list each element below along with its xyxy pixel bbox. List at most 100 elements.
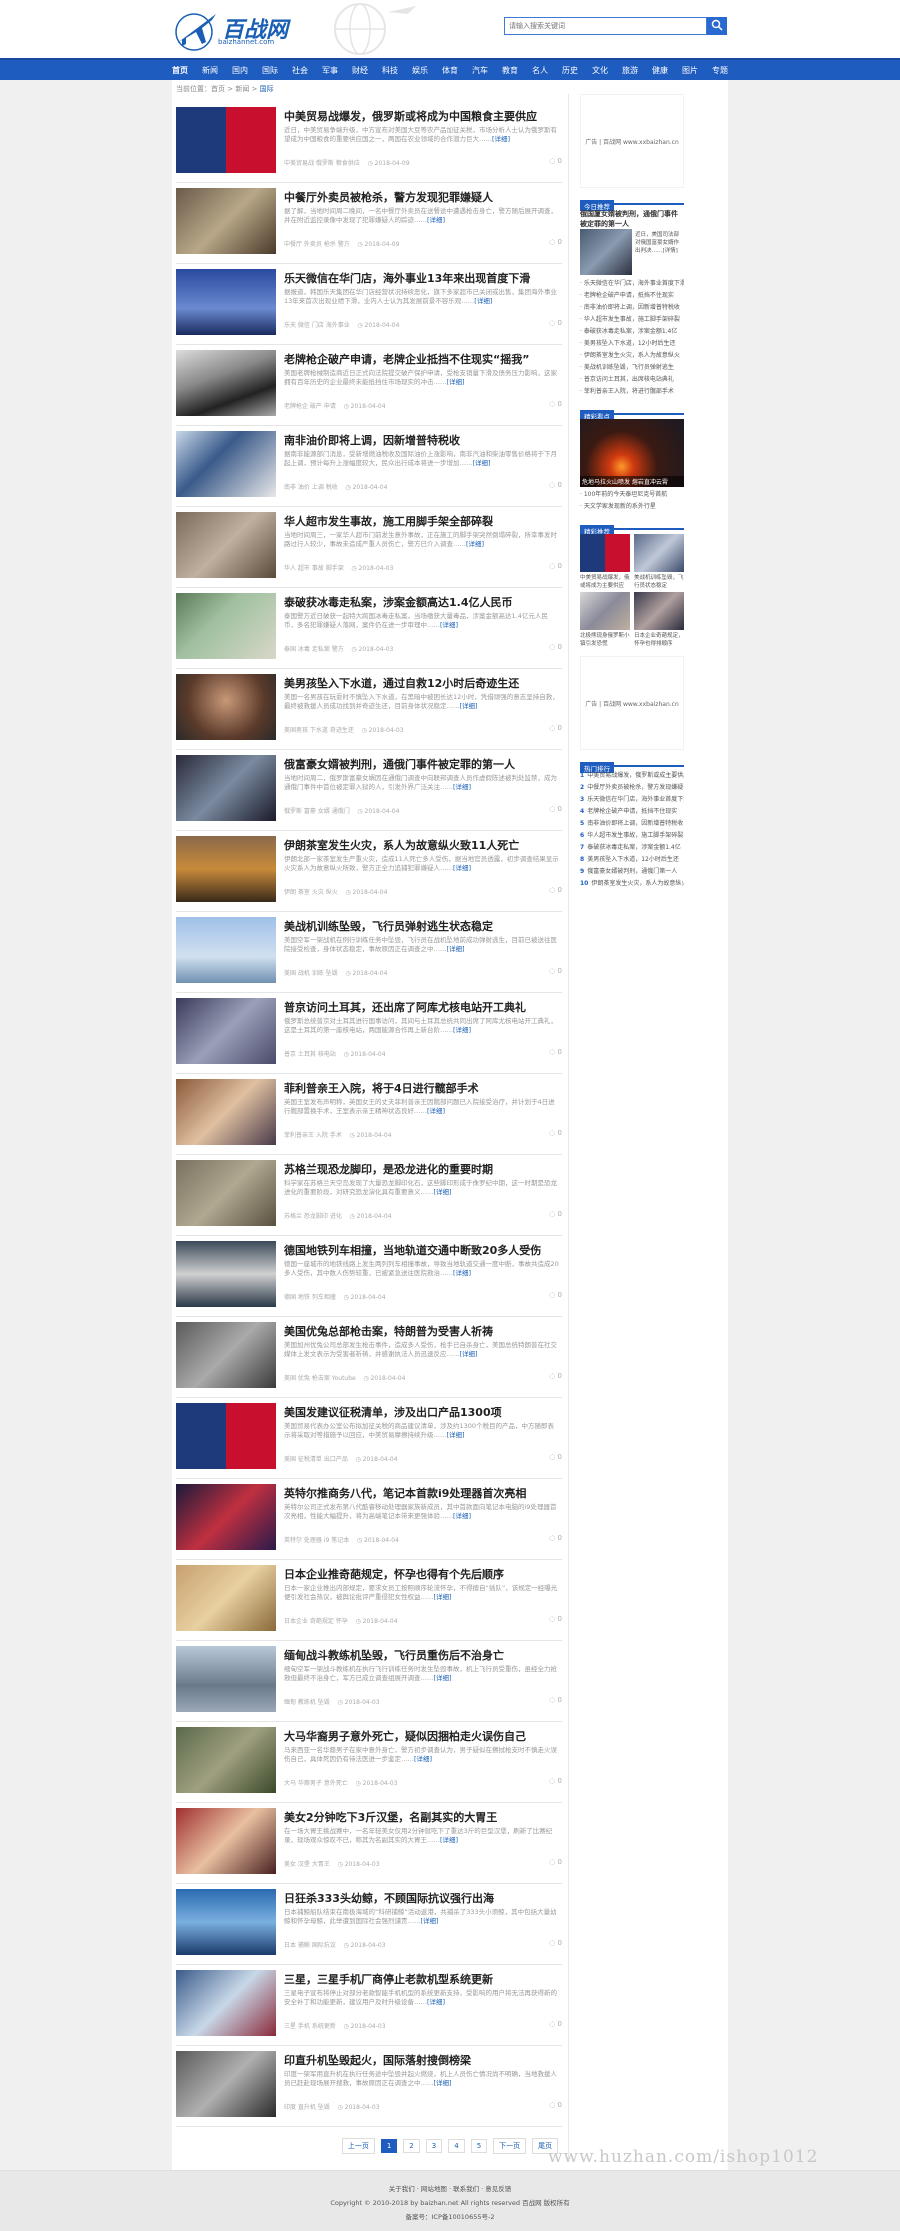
article-comments[interactable]: ◌ 0 [549, 562, 562, 570]
article-thumbnail[interactable] [176, 917, 276, 983]
nav-item[interactable]: 历史 [562, 65, 578, 76]
article-title[interactable]: 印直升机坠毁起火，国际落射搜倒榜梁 [284, 2052, 562, 2068]
nav-item[interactable]: 文化 [592, 65, 608, 76]
article-tags[interactable]: 华人 超市 事故 脚手架 [284, 565, 344, 572]
article-more-link[interactable]: [详细] [453, 1026, 471, 1034]
pager-page[interactable]: 5 [470, 2139, 488, 2153]
article-more-link[interactable]: [详细] [434, 1674, 452, 1682]
article-comments[interactable]: ◌ 0 [549, 2101, 562, 2109]
nav-item[interactable]: 新闻 [202, 65, 218, 76]
nav-item[interactable]: 汽车 [472, 65, 488, 76]
article-title[interactable]: 德国地铁列车相撞，当地轨道交通中断致20多人受伤 [284, 1242, 562, 1258]
article-comments[interactable]: ◌ 0 [549, 643, 562, 651]
article-tags[interactable]: 德国 地铁 列车相撞 [284, 1294, 336, 1301]
article-comments[interactable]: ◌ 0 [549, 157, 562, 165]
article-more-link[interactable]: [详细] [434, 1593, 452, 1601]
article-title[interactable]: 中餐厅外卖员被枪杀，警方发现犯罪嫌疑人 [284, 189, 562, 205]
article-comments[interactable]: ◌ 0 [549, 1048, 562, 1056]
nav-item[interactable]: 教育 [502, 65, 518, 76]
article-thumbnail[interactable] [176, 1403, 276, 1469]
article-comments[interactable]: ◌ 0 [549, 1858, 562, 1866]
article-tags[interactable]: 菲利普亲王 入院 手术 [284, 1132, 342, 1139]
article-tags[interactable]: 老牌枪企 破产 申请 [284, 403, 336, 410]
article-title[interactable]: 菲利普亲王入院，将于4日进行髋部手术 [284, 1080, 562, 1096]
article-tags[interactable]: 大马 华裔男子 意外死亡 [284, 1780, 348, 1787]
pic-card[interactable]: 北极熊现身俄罗斯小镇引发恐慌 [580, 592, 630, 648]
today-list-item[interactable]: · 菲利普亲王入院，将进行髋部手术 [580, 386, 684, 398]
today-list-item[interactable]: · 美战机训练坠毁，飞行员弹射逃生 [580, 362, 684, 374]
article-more-link[interactable]: [详细] [474, 297, 492, 305]
article-more-link[interactable]: [详细] [427, 1998, 445, 2006]
nav-item[interactable]: 名人 [532, 65, 548, 76]
article-comments[interactable]: ◌ 0 [549, 805, 562, 813]
article-title[interactable]: 日狂杀333头幼鲸，不顾国际抗议强行出海 [284, 1890, 562, 1906]
nav-item[interactable]: 体育 [442, 65, 458, 76]
article-title[interactable]: 苏格兰现恐龙脚印，是恐龙进化的重要时期 [284, 1161, 562, 1177]
article-comments[interactable]: ◌ 0 [549, 2020, 562, 2028]
nav-item[interactable]: 娱乐 [412, 65, 428, 76]
article-more-link[interactable]: [详细] [434, 2079, 452, 2087]
pager-page[interactable]: 2 [403, 2139, 420, 2153]
article-thumbnail[interactable] [176, 836, 276, 902]
sidebar-ad-1[interactable]: 广告 | 百战网 www.xxbaizhan.cn [580, 94, 684, 188]
article-more-link[interactable]: [详细] [421, 1917, 439, 1925]
article-more-link[interactable]: [详细] [460, 1350, 478, 1358]
article-thumbnail[interactable] [176, 269, 276, 335]
nav-item[interactable]: 财经 [352, 65, 368, 76]
article-thumbnail[interactable] [176, 1241, 276, 1307]
today-list-item[interactable]: · 泰破获冰毒走私案，涉案金额1.4亿 [580, 326, 684, 338]
article-more-link[interactable]: [详细] [453, 864, 471, 872]
article-tags[interactable]: 美国 优兔 枪击案 Youtube [284, 1375, 356, 1382]
article-thumbnail[interactable] [176, 1808, 276, 1874]
article-thumbnail[interactable] [176, 1970, 276, 2036]
article-thumbnail[interactable] [176, 107, 276, 173]
rank-list-item[interactable]: 2 中餐厅外卖员被枪杀，警方发现嫌疑人 [580, 782, 684, 794]
sidebar-ad-2[interactable]: 广告 | 百战网 www.xxbaizhan.cn [580, 656, 684, 750]
article-more-link[interactable]: [详细] [492, 135, 510, 143]
article-thumbnail[interactable] [176, 1646, 276, 1712]
article-tags[interactable]: 伊朗 茶室 火灾 纵火 [284, 889, 338, 896]
article-title[interactable]: 老牌枪企破产申请，老牌企业抵挡不住现实“摇我” [284, 351, 562, 367]
article-more-link[interactable]: [详细] [473, 459, 491, 467]
pic-card[interactable]: 美战机训练坠毁，飞行员状态稳定 [634, 534, 684, 590]
article-tags[interactable]: 印度 直升机 坠毁 [284, 2104, 330, 2111]
article-tags[interactable]: 俄罗斯 富豪 女婿 通俄门 [284, 808, 350, 815]
article-more-link[interactable]: [详细] [440, 1836, 458, 1844]
today-list-item[interactable]: · 伊朗茶室发生火灾，系人为故意纵火 [580, 350, 684, 362]
article-comments[interactable]: ◌ 0 [549, 886, 562, 894]
article-tags[interactable]: 美国 征税清单 出口产品 [284, 1456, 348, 1463]
nav-item[interactable]: 国内 [232, 65, 248, 76]
article-title[interactable]: 普京访问土耳其，还出席了阿库尤核电站开工典礼 [284, 999, 562, 1015]
article-comments[interactable]: ◌ 0 [549, 967, 562, 975]
article-thumbnail[interactable] [176, 512, 276, 578]
nav-item[interactable]: 图片 [682, 65, 698, 76]
article-comments[interactable]: ◌ 0 [549, 1777, 562, 1785]
article-thumbnail[interactable] [176, 2051, 276, 2117]
article-title[interactable]: 泰破获冰毒走私案，涉案金额高达1.4亿人民币 [284, 594, 562, 610]
article-title[interactable]: 美国优兔总部枪击案，特朗普为受害人祈祷 [284, 1323, 562, 1339]
article-title[interactable]: 大马华裔男子意外死亡，疑似因捆柏走火误伤自己 [284, 1728, 562, 1744]
rank-list-item[interactable]: 6 华人超市发生事故，施工脚手架碎裂 [580, 830, 684, 842]
article-tags[interactable]: 三星 手机 系统更新 [284, 2023, 336, 2030]
article-title[interactable]: 伊朗茶室发生火灾，系人为故意纵火致11人死亡 [284, 837, 562, 853]
article-title[interactable]: 中美贸易战爆发，俄罗斯或将成为中国粮食主要供应 [284, 108, 562, 124]
rank-list-item[interactable]: 5 南非油价即将上调，因新增普特税收 [580, 818, 684, 830]
article-title[interactable]: 缅甸战斗教练机坠毁，飞行员重伤后不治身亡 [284, 1647, 562, 1663]
article-more-link[interactable]: [详细] [466, 540, 484, 548]
article-thumbnail[interactable] [176, 431, 276, 497]
hot-list-item[interactable]: · 100年前的今天泰坦尼克号首航 [580, 489, 684, 501]
article-comments[interactable]: ◌ 0 [549, 1291, 562, 1299]
article-title[interactable]: 英特尔推商务八代，笔记本首款i9处理器首次亮相 [284, 1485, 562, 1501]
article-tags[interactable]: 泰国 冰毒 走私案 警方 [284, 646, 344, 653]
article-title[interactable]: 三星，三星手机厂商停止老款机型系统更新 [284, 1971, 562, 1987]
article-tags[interactable]: 普京 土耳其 核电站 [284, 1051, 336, 1058]
article-comments[interactable]: ◌ 0 [549, 481, 562, 489]
article-comments[interactable]: ◌ 0 [549, 1453, 562, 1461]
article-tags[interactable]: 南非 油价 上调 税收 [284, 484, 338, 491]
today-list-item[interactable]: · 普京访问土耳其，出席核电站典礼 [580, 374, 684, 386]
article-more-link[interactable]: [详细] [427, 216, 445, 224]
article-thumbnail[interactable] [176, 1079, 276, 1145]
article-comments[interactable]: ◌ 0 [549, 1696, 562, 1704]
article-comments[interactable]: ◌ 0 [549, 1534, 562, 1542]
article-thumbnail[interactable] [176, 593, 276, 659]
